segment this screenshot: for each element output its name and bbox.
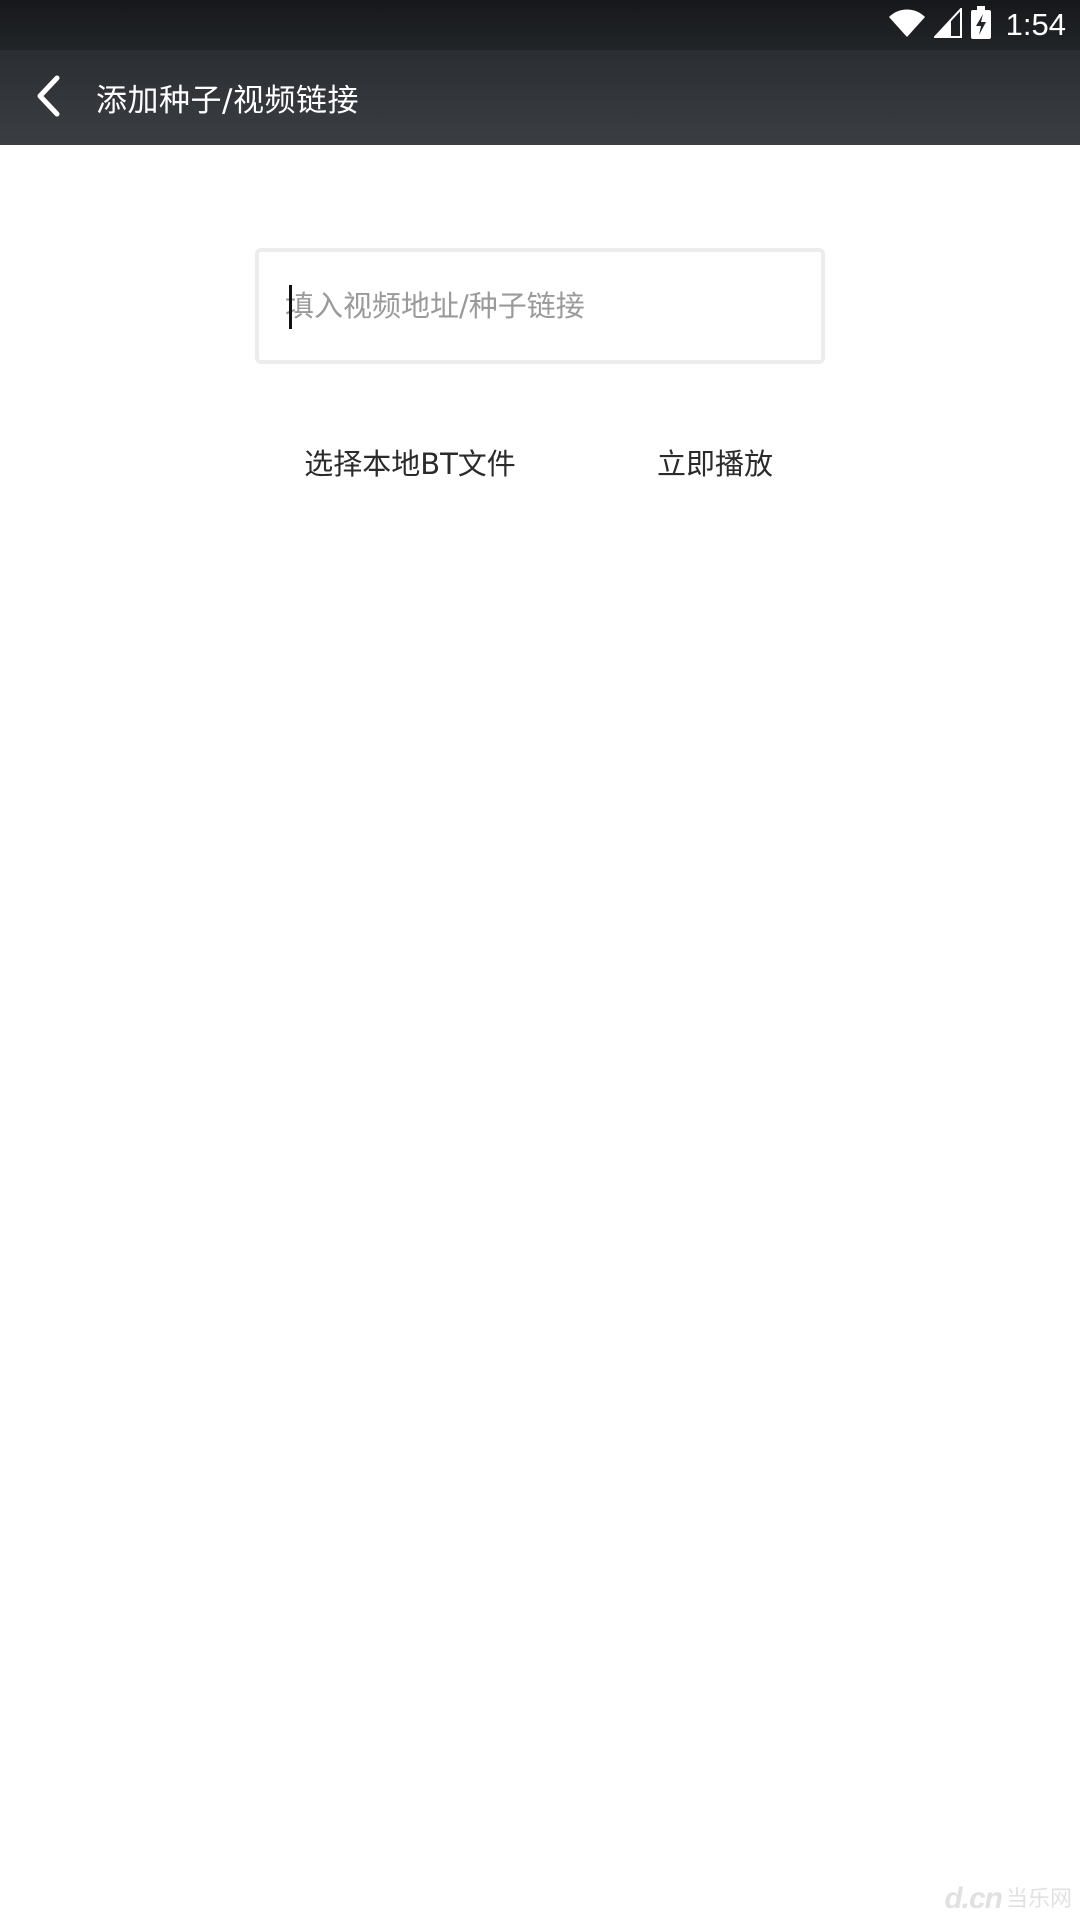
play-now-button[interactable]: 立即播放 [640,430,790,494]
page-title: 添加种子/视频链接 [96,83,359,119]
watermark-logo-text: d.cn [944,1882,1003,1915]
text-cursor [289,285,292,329]
wifi-icon [888,8,926,42]
watermark-logo-cn: 当乐网 [1005,1887,1072,1912]
back-button[interactable] [0,50,96,145]
app-bar: 添加种子/视频链接 [0,50,1080,145]
select-local-bt-file-button[interactable]: 选择本地BT文件 [290,430,530,494]
cell-signal-icon [932,6,962,42]
watermark-logo: d.cn 当乐网 [944,1881,1072,1916]
status-icons: 1:54 [888,0,1066,50]
status-time: 1:54 [1005,7,1066,42]
url-input[interactable] [259,252,821,360]
url-input-container [255,248,825,364]
status-bar: 1:54 [0,0,1080,50]
battery-charging-icon [970,6,992,44]
chevron-left-icon [33,74,63,122]
